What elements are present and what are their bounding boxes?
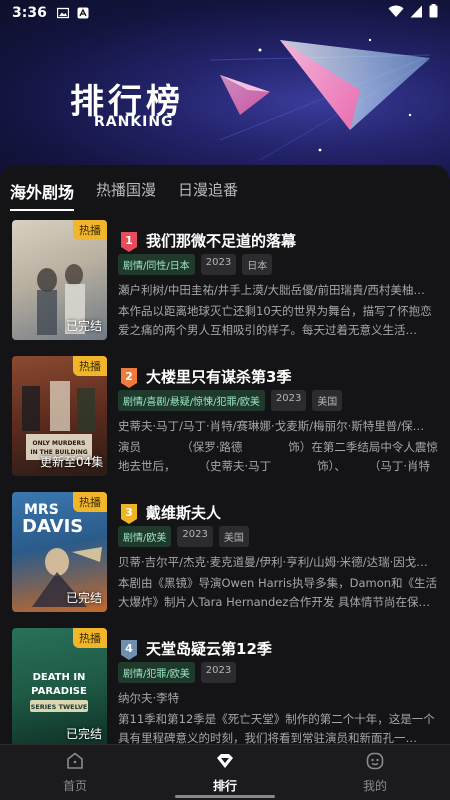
page-subtitle: RANKING	[94, 114, 174, 130]
app-notification-icon	[77, 7, 89, 19]
rank-number: 2	[125, 370, 133, 383]
status-time: 3:36	[12, 5, 47, 21]
list-item[interactable]: 热播 已完结 1 我们那微不足道的落幕 剧情/同性/日本 2023 日本 瀬户利…	[12, 220, 442, 340]
description-text: 本剧由《黑镜》导演Owen Harris执导多集，Damon和《生活大爆炸》制片…	[118, 576, 438, 609]
nav-profile[interactable]: 我的	[300, 745, 450, 800]
genre-tag: 剧情/喜剧/悬疑/惊悚/犯罪/欧美	[118, 390, 265, 411]
year-tag: 2023	[270, 390, 307, 411]
tag-row: 剧情/犯罪/欧美 2023	[118, 662, 237, 683]
item-title[interactable]: 大楼里只有谋杀第3季	[146, 366, 291, 387]
paper-plane-illustration	[209, 38, 431, 161]
item-title[interactable]: 天堂岛疑云第12季	[146, 638, 272, 659]
description-text: 第11季和第12季是《死亡天堂》制作的第二个十年，这是一个具有里程碑意义的时刻，…	[118, 712, 435, 745]
nav-home[interactable]: 首页	[0, 745, 150, 800]
hot-badge: 热播	[73, 220, 107, 240]
list-item[interactable]: MRS DAVIS 热播 已完结 3 戴维斯夫人 剧情/欧美 2023 美国 贝…	[12, 492, 442, 612]
cast-text: 贝蒂·吉尔平/杰克·麦克道曼/伊利·亨利/山姆·米德/达瑞·因戈…	[118, 555, 428, 569]
gallery-icon	[56, 7, 69, 19]
hot-badge: 热播	[73, 492, 107, 512]
tag-row: 剧情/同性/日本 2023 日本	[118, 254, 273, 275]
poster-image[interactable]: 热播 已完结	[12, 220, 107, 340]
rank-badge: 2	[120, 368, 138, 388]
signal-icon	[410, 5, 423, 22]
description-text: 本作品以距离地球灭亡还剩10天的世界为舞台，描写了怀抱恋爱之痛的两个男人互相吸引…	[118, 304, 432, 337]
tab-japanese-anime[interactable]: 日漫追番	[178, 179, 238, 211]
status-label: 更新至04集	[40, 455, 104, 469]
status-label: 已完结	[66, 319, 103, 333]
rank-badge: 1	[120, 232, 138, 252]
svg-text:DAVIS: DAVIS	[22, 516, 83, 537]
svg-text:PARADISE: PARADISE	[31, 686, 87, 697]
description-text: 演员 （保罗·路德 饰）在第二季结局中令人震惊地去世后， （史蒂夫·马丁 饰）、…	[118, 440, 438, 473]
svg-text:DEATH IN: DEATH IN	[33, 672, 86, 683]
category-tabs: 海外剧场 热播国漫 日漫追番	[10, 179, 238, 211]
list-item[interactable]: ONLY MURDERS IN THE BUILDING 热播 更新至04集 2…	[12, 356, 442, 476]
nav-ranking[interactable]: 排行	[150, 745, 300, 800]
rank-badge: 4	[120, 640, 138, 660]
item-title[interactable]: 戴维斯夫人	[146, 502, 221, 523]
nav-ranking-label: 排行	[212, 779, 237, 793]
genre-tag: 剧情/犯罪/欧美	[118, 662, 195, 683]
region-tag: 美国	[218, 526, 249, 547]
home-icon	[65, 751, 85, 774]
rank-number: 3	[125, 506, 133, 519]
tab-overseas-drama[interactable]: 海外剧场	[10, 179, 75, 211]
tag-row: 剧情/欧美 2023 美国	[118, 526, 249, 547]
wifi-icon	[388, 5, 404, 22]
list-item[interactable]: DEATH IN PARADISE SERIES TWELVE 热播 已完结 4…	[12, 628, 442, 748]
rank-number: 4	[125, 642, 133, 655]
status-bar: 3:36	[0, 0, 450, 26]
svg-text:ONLY MURDERS: ONLY MURDERS	[33, 440, 86, 447]
rank-number: 1	[125, 234, 133, 247]
poster-image[interactable]: DEATH IN PARADISE SERIES TWELVE 热播 已完结	[12, 628, 107, 748]
svg-text:SERIES TWELVE: SERIES TWELVE	[31, 703, 88, 711]
status-label: 已完结	[66, 591, 103, 605]
poster-image[interactable]: MRS DAVIS 热播 已完结	[12, 492, 107, 612]
tab-hot-chinese-anime[interactable]: 热播国漫	[96, 179, 156, 211]
poster-image[interactable]: ONLY MURDERS IN THE BUILDING 热播 更新至04集	[12, 356, 107, 476]
year-tag: 2023	[200, 662, 237, 683]
region-tag: 日本	[242, 254, 273, 275]
genre-tag: 剧情/欧美	[118, 526, 172, 547]
gesture-bar	[175, 795, 275, 798]
ranking-icon	[215, 751, 235, 774]
year-tag: 2023	[177, 526, 213, 547]
ranking-banner: 3:36 排行榜 RANKING	[0, 0, 450, 185]
region-tag: 美国	[312, 390, 343, 411]
ranking-panel: 海外剧场 热播国漫 日漫追番 热播 已完结 1 我们那微不足道的落幕 剧情/同性…	[0, 165, 450, 755]
hot-badge: 热播	[73, 356, 107, 376]
item-title[interactable]: 我们那微不足道的落幕	[146, 230, 296, 251]
battery-icon	[429, 4, 438, 22]
nav-home-label: 首页	[62, 779, 87, 793]
profile-icon	[365, 751, 385, 774]
status-label: 已完结	[66, 727, 103, 741]
cast-text: 瀬户利树/中田圭祐/井手上漠/大朏岳優/前田瑞貴/西村美柚…	[118, 283, 425, 297]
genre-tag: 剧情/同性/日本	[118, 254, 195, 275]
tag-row: 剧情/喜剧/悬疑/惊悚/犯罪/欧美 2023 美国	[118, 390, 343, 411]
rank-badge: 3	[120, 504, 138, 524]
nav-profile-label: 我的	[362, 779, 387, 793]
cast-text: 史蒂夫·马丁/马丁·肖特/赛琳娜·戈麦斯/梅丽尔·斯特里普/保…	[118, 419, 425, 433]
cast-text: 纳尔夫·李特	[118, 691, 180, 705]
bottom-nav: 首页 排行 我的	[0, 744, 450, 800]
year-tag: 2023	[200, 254, 237, 275]
hot-badge: 热播	[73, 628, 107, 648]
